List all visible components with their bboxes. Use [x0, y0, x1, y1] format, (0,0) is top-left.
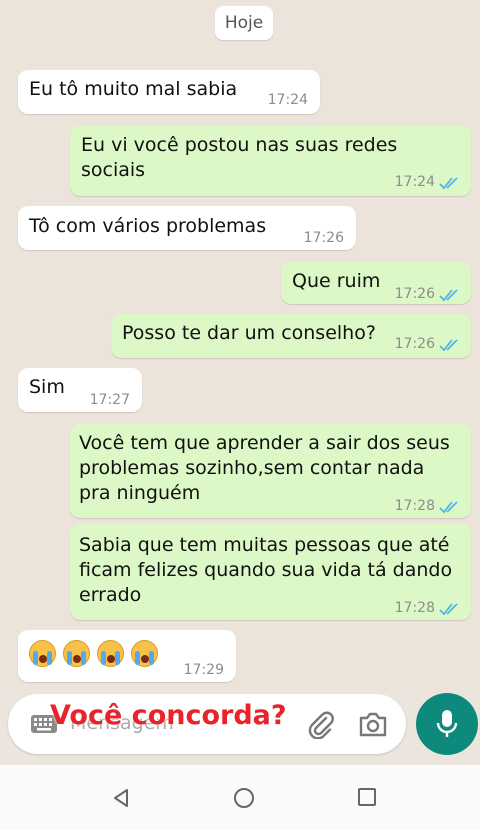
loudly-crying-face-icon [63, 640, 90, 667]
message-bubble-outgoing[interactable]: Sabia que tem muitas pessoas que até fic… [70, 524, 471, 620]
message-time: 17:24 [394, 174, 435, 190]
message-time: 17:27 [89, 392, 130, 408]
double-check-icon [439, 176, 458, 189]
double-check-icon [439, 338, 458, 351]
loudly-crying-face-icon [97, 640, 124, 667]
camera-icon[interactable] [358, 710, 388, 738]
message-time: 17:26 [394, 286, 435, 302]
chat-area: Hoje Eu tô muito mal sabia 17:24 Eu vi v… [0, 0, 480, 690]
loudly-crying-face-icon [131, 640, 158, 667]
message-text: Tô com vários problemas [29, 215, 267, 237]
message-time: 17:26 [303, 230, 344, 246]
date-chip: Hoje [215, 6, 273, 40]
double-check-icon [439, 288, 458, 301]
square-recents-icon[interactable] [357, 787, 377, 807]
microphone-button[interactable] [416, 693, 478, 755]
double-check-icon [439, 500, 458, 513]
emoji-row [29, 640, 165, 667]
message-text: Eu tô muito mal sabia [29, 78, 238, 100]
message-bubble-incoming[interactable]: Tô com vários problemas 17:26 [18, 206, 356, 250]
message-bubble-outgoing[interactable]: Posso te dar um conselho? 17:26 [111, 314, 471, 358]
message-text: Sim [29, 376, 65, 398]
message-bubble-outgoing[interactable]: Eu vi você postou nas suas redes sociais… [70, 126, 471, 196]
message-text: Eu vi você postou nas suas redes sociais [81, 134, 398, 181]
triangle-back-icon[interactable] [110, 787, 132, 809]
message-time: 17:29 [183, 662, 224, 678]
double-check-icon [439, 602, 458, 615]
message-time: 17:28 [394, 498, 435, 514]
message-time: 17:24 [267, 92, 308, 108]
loudly-crying-face-icon [29, 640, 56, 667]
message-text: Que ruim [292, 270, 381, 292]
message-bubble-incoming[interactable]: 17:29 [18, 630, 236, 682]
message-text: Posso te dar um conselho? [122, 322, 376, 344]
message-bubble-incoming[interactable]: Sim 17:27 [18, 368, 142, 412]
microphone-icon [436, 710, 458, 737]
message-time: 17:26 [394, 336, 435, 352]
message-bubble-outgoing[interactable]: Você tem que aprender a sair dos seus pr… [70, 424, 471, 518]
paperclip-icon[interactable] [306, 709, 336, 739]
message-bubble-outgoing[interactable]: Que ruim 17:26 [281, 262, 471, 304]
message-bubble-incoming[interactable]: Eu tô muito mal sabia 17:24 [18, 70, 320, 114]
overlay-caption: Você concorda? [50, 700, 287, 731]
system-navigation-bar [0, 765, 480, 830]
circle-home-icon[interactable] [233, 787, 255, 809]
message-time: 17:28 [394, 600, 435, 616]
